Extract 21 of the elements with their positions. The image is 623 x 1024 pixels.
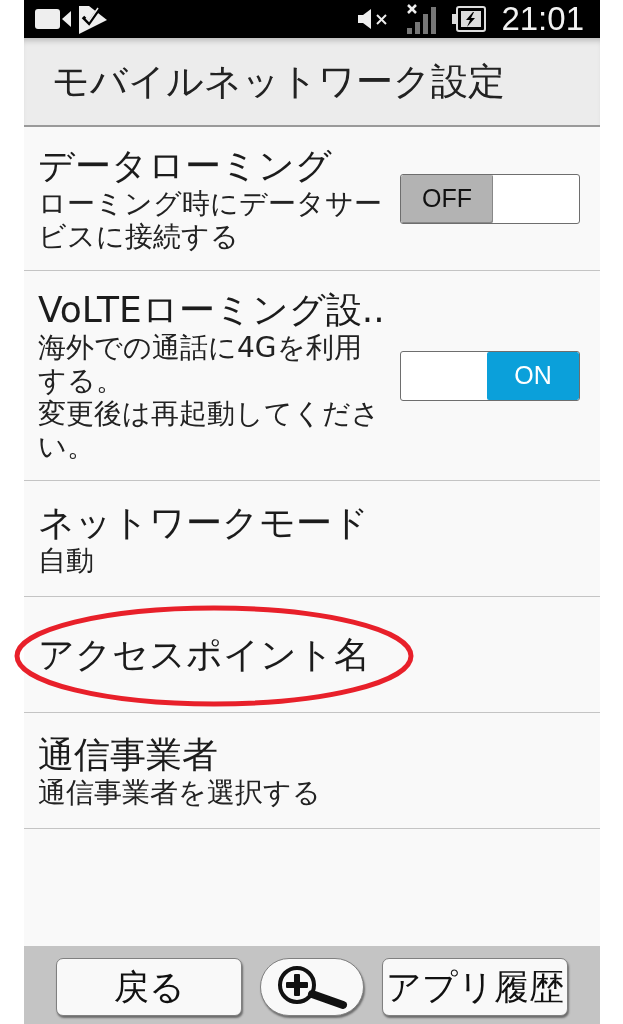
setting-description: 変更後は再起動してください。: [38, 397, 381, 463]
battery-charging-icon: [452, 6, 487, 32]
zoom-in-icon: [276, 964, 348, 1010]
checkmark-icon: [79, 4, 107, 34]
setting-title[interactable]: ネットワークモード: [38, 500, 580, 544]
nav-button[interactable]: アプリ履歴: [382, 958, 568, 1016]
nav-button[interactable]: 戻る: [56, 958, 242, 1016]
clock-time: 21:01: [501, 0, 584, 38]
setting-title[interactable]: データローミング: [38, 144, 400, 187]
screen-title: モバイルネットワーク設定: [52, 58, 505, 105]
mute-icon: [358, 9, 389, 29]
setting-description: ローミング時にデータサービスに接続する: [38, 187, 383, 253]
setting-description: 自動: [38, 543, 95, 577]
setting-title[interactable]: アクセスポイント名: [38, 633, 580, 676]
setting-title[interactable]: 通信事業者: [38, 732, 580, 776]
setting-description: 海外での通話に4Gを利用する。: [38, 331, 363, 397]
setting-title[interactable]: VoLTEローミング設..: [38, 288, 400, 331]
setting-description: 通信事業者を選択する: [38, 775, 322, 809]
toggle-switch[interactable]: OFF: [400, 173, 580, 224]
zoom-button[interactable]: [260, 958, 364, 1016]
video-camera-icon: [35, 9, 71, 29]
